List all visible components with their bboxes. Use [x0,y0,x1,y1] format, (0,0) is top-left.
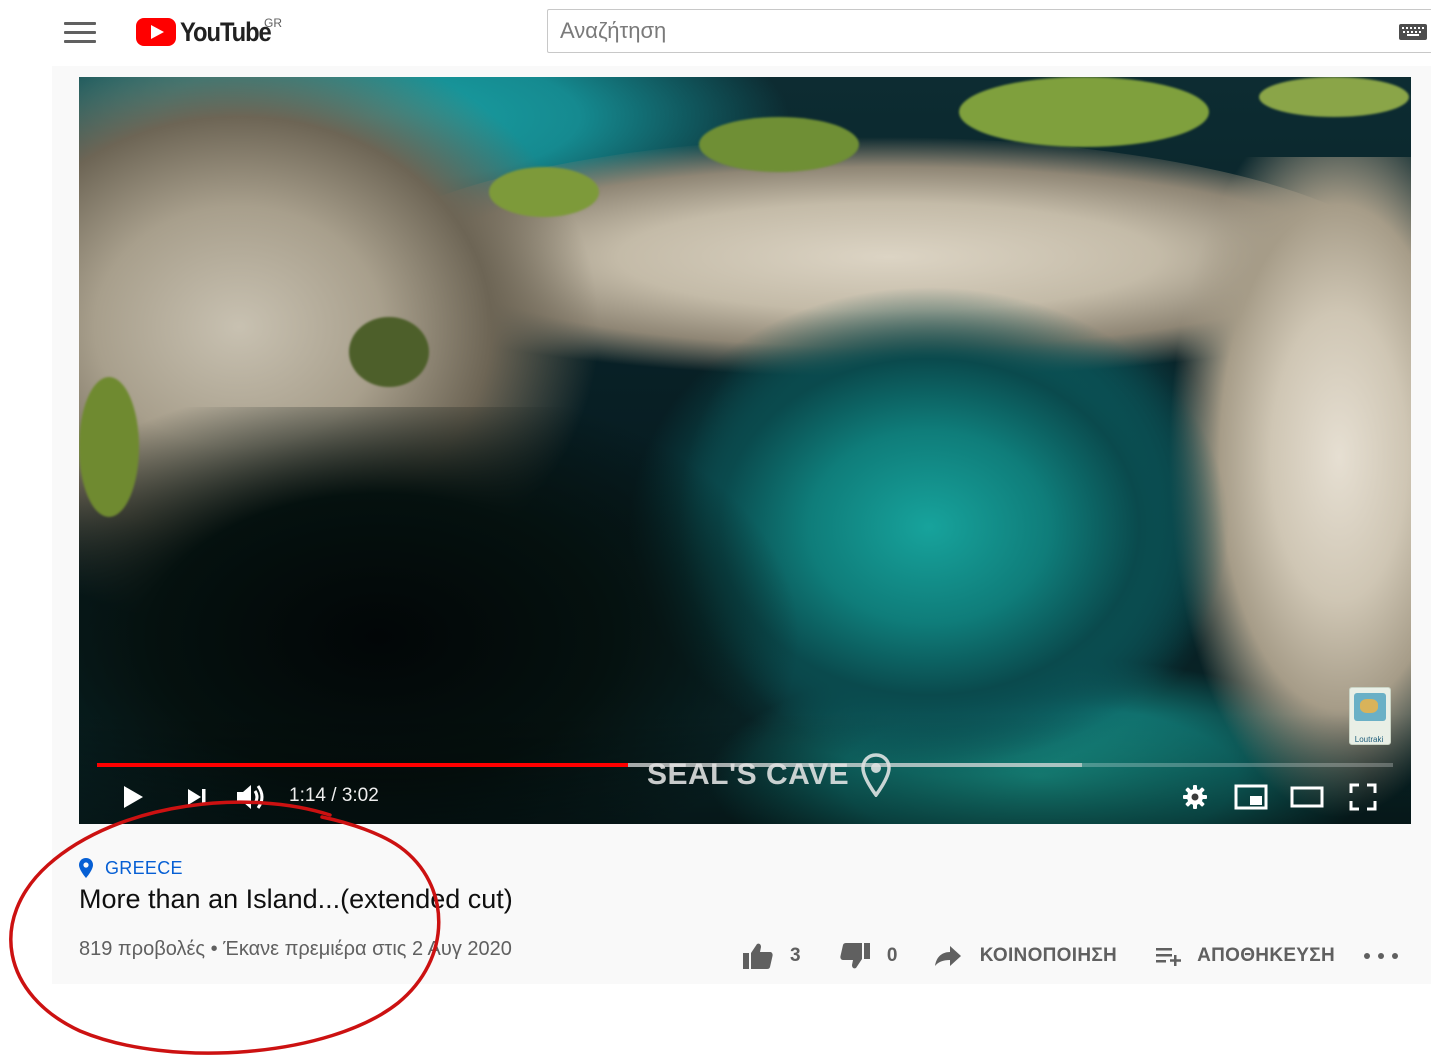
youtube-watch-page: YouTube GR Loutraki [0,0,1431,1059]
country-code: GR [264,16,282,30]
dislike-button[interactable]: 0 [839,938,898,974]
theater-mode-button[interactable] [1289,779,1325,815]
search-box [547,9,1431,53]
player-controls: 1:14 / 3:02 [79,775,1411,819]
location-pin-icon [79,858,93,878]
save-label: ΑΠΟΘΗΚΕΥΣΗ [1197,945,1336,966]
logo-text: YouTube [180,16,272,47]
video-meta: 819 προβολές • Έκανε πρεμιέρα στις 2 Αυγ… [79,938,512,960]
progress-bar[interactable] [97,763,1393,767]
location-tag-label: GREECE [105,857,183,878]
watermark-label: Loutraki [1354,735,1384,744]
play-button[interactable] [115,779,151,815]
skip-next-icon [188,789,206,805]
video-actions: 3 0 ΚΟΙΝΟΠΟΙΗΣΗ ΑΠΟΘΗΚΕΥΣΗ [742,938,1335,974]
save-button[interactable]: ΑΠΟΘΗΚΕΥΣΗ [1155,938,1335,974]
youtube-play-logo-icon [136,18,176,46]
thumbs-up-icon [743,943,773,969]
masthead: YouTube GR [0,0,1431,66]
like-button[interactable]: 3 [742,938,801,974]
thumbs-down-icon [840,943,870,969]
search-input[interactable] [558,10,1382,52]
playlist-add-icon [1156,948,1182,966]
time-display: 1:14 / 3:02 [289,785,379,806]
location-tag[interactable]: GREECE [79,856,183,880]
video-player[interactable]: Loutraki SEAL'S CAVE 1:14 / 3:02 [79,77,1411,824]
like-count: 3 [790,945,801,966]
fullscreen-icon [1349,783,1377,811]
share-label: ΚΟΙΝΟΠΟΙΗΣΗ [979,945,1118,966]
miniplayer-button[interactable] [1233,779,1269,815]
keyboard-icon[interactable] [1399,24,1427,40]
theater-mode-icon [1290,786,1324,808]
miniplayer-icon [1234,784,1268,810]
video-frame [79,77,1411,824]
fullscreen-button[interactable] [1345,779,1381,815]
more-actions-icon[interactable] [1364,944,1398,968]
played-bar [97,763,629,767]
share-button[interactable]: ΚΟΙΝΟΠΟΙΗΣΗ [934,938,1117,974]
video-title: More than an Island...(extended cut) [79,884,513,914]
menu-icon[interactable] [64,22,96,44]
gear-icon [1183,785,1207,809]
youtube-logo[interactable]: YouTube [136,14,283,50]
settings-button[interactable] [1177,779,1213,815]
volume-button[interactable] [233,779,269,815]
share-icon [934,946,961,966]
play-icon [124,786,143,808]
next-button[interactable] [179,779,215,815]
dislike-count: 0 [886,945,898,966]
volume-icon [237,785,264,809]
